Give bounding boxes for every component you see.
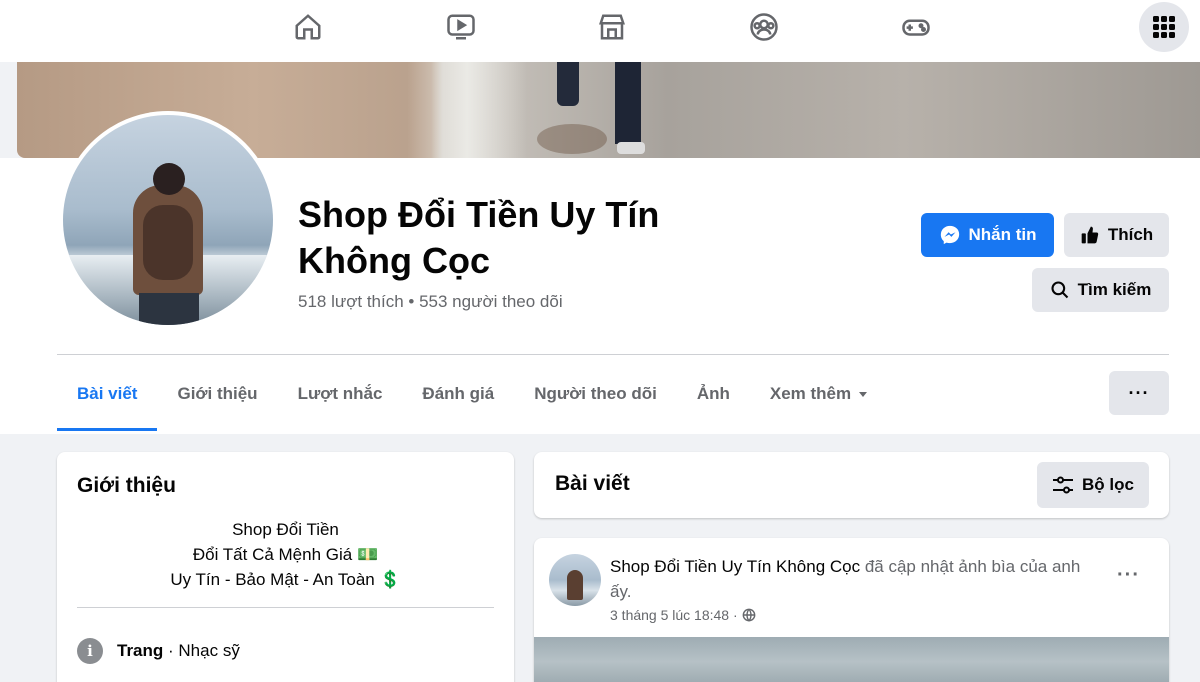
intro-divider: [77, 607, 494, 608]
video-icon[interactable]: [438, 8, 484, 46]
home-icon[interactable]: [285, 8, 331, 46]
tab-about[interactable]: Giới thiệu: [157, 360, 277, 428]
page-title: Shop Đổi Tiền Uy Tín Không Cọc: [298, 194, 660, 281]
top-navigation: [0, 0, 1200, 62]
more-options-button[interactable]: ···: [1109, 371, 1169, 415]
message-button[interactable]: Nhắn tin: [921, 213, 1054, 257]
profile-avatar[interactable]: [59, 111, 277, 329]
grid-menu-icon[interactable]: [1139, 2, 1189, 52]
marketplace-icon[interactable]: [589, 8, 635, 46]
page-category-label: Trang: [117, 641, 164, 660]
posts-header-card: Bài viết Bộ lọc: [534, 452, 1169, 518]
thumbs-up-icon: [1081, 226, 1099, 244]
posts-title: Bài viết: [555, 472, 630, 495]
intro-title: Giới thiệu: [77, 474, 176, 497]
search-button-label: Tìm kiếm: [1077, 280, 1152, 299]
page-category-row: i Trang · Nhạc sỹ: [77, 638, 240, 664]
caret-down-icon: [859, 392, 868, 397]
message-button-label: Nhắn tin: [968, 225, 1037, 244]
globe-icon: [742, 608, 756, 622]
tab-followers[interactable]: Người theo dõi: [514, 360, 677, 428]
intro-line: Shop Đổi Tiền: [232, 520, 339, 539]
like-button-label: Thích: [1107, 225, 1154, 244]
tab-reviews[interactable]: Đánh giá: [402, 360, 514, 428]
tab-photos[interactable]: Ảnh: [677, 360, 750, 428]
intro-line: Đổi Tất Cả Mệnh Giá 💵: [192, 545, 379, 564]
groups-icon[interactable]: [741, 8, 787, 46]
like-button[interactable]: Thích: [1064, 213, 1169, 257]
post-author-avatar[interactable]: [549, 554, 601, 606]
filter-icon: [1053, 476, 1074, 494]
search-icon: [1051, 281, 1068, 299]
post-author-name[interactable]: Shop Đổi Tiền Uy Tín Không Cọc: [610, 557, 860, 576]
filter-button[interactable]: Bộ lọc: [1037, 462, 1149, 508]
gaming-icon[interactable]: [893, 8, 939, 46]
info-icon: i: [77, 638, 103, 664]
post-header-text: Shop Đổi Tiền Uy Tín Không Cọc đã cập nh…: [610, 554, 1100, 604]
profile-tabs: Bài viết Giới thiệu Lượt nhắc Đánh giá N…: [57, 360, 889, 432]
messenger-icon: [940, 225, 959, 245]
filter-button-label: Bộ lọc: [1082, 475, 1134, 494]
page-category-value: · Nhạc sỹ: [163, 641, 240, 660]
intro-line: Uy Tín - Bảo Mật - An Toàn 💲: [170, 570, 401, 589]
page-stats[interactable]: 518 lượt thích • 553 người theo dõi: [298, 292, 563, 312]
post-options-button[interactable]: ···: [1117, 564, 1140, 587]
post-timestamp-row: 3 tháng 5 lúc 18:48 ·: [610, 607, 756, 623]
search-button[interactable]: Tìm kiếm: [1032, 268, 1169, 312]
post-timestamp[interactable]: 3 tháng 5 lúc 18:48 ·: [610, 607, 738, 623]
tab-posts[interactable]: Bài viết: [57, 360, 158, 431]
header-divider: [57, 354, 1169, 355]
post-card: Shop Đổi Tiền Uy Tín Không Cọc đã cập nh…: [534, 538, 1169, 682]
tab-mentions[interactable]: Lượt nhắc: [278, 360, 403, 428]
intro-card: Giới thiệu Shop Đổi Tiền Đổi Tất Cả Mệnh…: [57, 452, 514, 682]
post-image[interactable]: [534, 637, 1169, 682]
tab-see-more[interactable]: Xem thêm: [750, 360, 889, 428]
